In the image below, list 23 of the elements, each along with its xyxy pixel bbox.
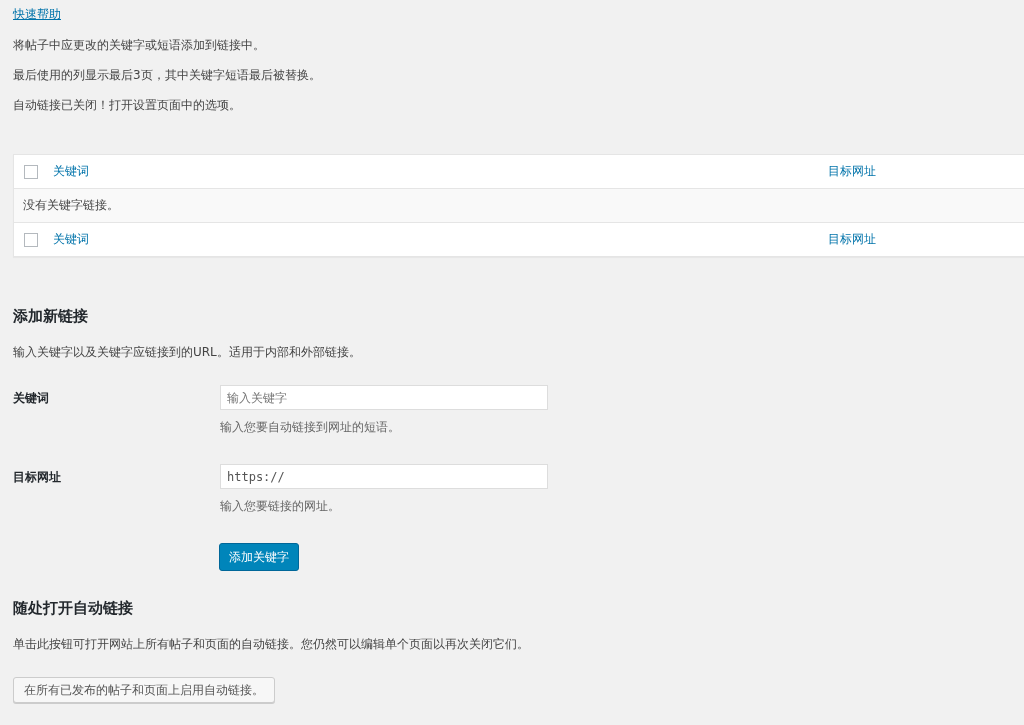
select-all-checkbox[interactable] [24, 164, 38, 179]
section-description: 输入关键字以及关键字应链接到的URL。适用于内部和外部链接。 [13, 344, 362, 361]
input-field[interactable]: 输入关键字 [220, 385, 548, 410]
field-hint: 输入您要自动链接到网址的短语。 [220, 419, 400, 436]
intro-text: 将帖子中应更改的关键字或短语添加到链接中。 [13, 37, 265, 54]
field-hint: 输入您要链接的网址。 [220, 498, 340, 515]
select-all-checkbox[interactable] [24, 232, 38, 247]
intro-text: 最后使用的列显示最后3页，其中关键字短语最后被替换。 [13, 67, 321, 84]
enable-autolink-button[interactable]: 在所有已发布的帖子和页面上启用自动链接。 [13, 677, 275, 703]
empty-message: 没有关键字链接。 [23, 197, 119, 214]
column-header[interactable]: 目标网址 [828, 231, 876, 248]
column-header[interactable]: 关键词 [53, 163, 828, 180]
column-header[interactable]: 目标网址 [828, 163, 876, 180]
help-link[interactable]: 快速帮助 [13, 6, 61, 23]
section-description: 单击此按钮可打开网站上所有帖子和页面的自动链接。您仍然可以编辑单个页面以再次关闭它们。 [13, 636, 530, 653]
input-field[interactable]: https:// [220, 464, 548, 489]
section-heading: 随处打开自动链接 [13, 599, 134, 618]
field-label: 关键词 [13, 390, 50, 407]
column-header[interactable]: 关键词 [53, 231, 828, 248]
field-label: 目标网址 [13, 469, 62, 486]
intro-text: 自动链接已关闭！打开设置页面中的选项。 [13, 97, 241, 114]
section-heading: 添加新链接 [13, 307, 89, 326]
add-keyword-button[interactable]: 添加关键字 [219, 543, 299, 571]
